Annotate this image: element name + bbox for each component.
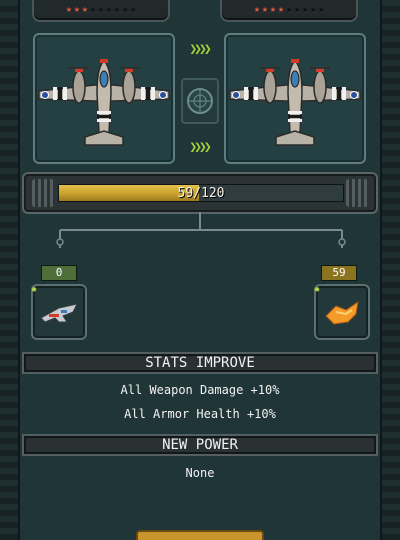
star-icon: ★ — [277, 4, 284, 15]
gear-icon: ✹ — [314, 284, 321, 295]
star-icon: ★ — [318, 4, 325, 15]
star-icon: ★ — [294, 4, 301, 15]
radar-icon — [181, 78, 219, 124]
jet-card-icon — [40, 303, 78, 323]
star-icon: ★ — [130, 4, 137, 15]
stat-line: All Armor Health +10% — [124, 407, 276, 421]
chevrons-right-icon: ❯❯❯❯ — [189, 139, 211, 155]
left-plane-stars: ★ ★ ★ ★ ★ ★ ★ ★ ★ — [32, 0, 170, 22]
fighter-plane-icon — [229, 58, 361, 146]
right-plane-stars: ★ ★ ★ ★ ★ ★ ★ ★ ★ — [220, 0, 358, 22]
star-icon: ★ — [81, 4, 88, 15]
current-plane-card[interactable] — [33, 33, 175, 164]
chevrons-right-icon: ❯❯❯❯ — [189, 41, 211, 57]
next-plane-card[interactable] — [224, 33, 366, 164]
star-icon: ★ — [106, 4, 113, 15]
upgrade-button[interactable] — [136, 530, 264, 540]
new-power-value: None — [185, 466, 215, 480]
star-icon: ★ — [310, 4, 317, 15]
stat-line: All Weapon Damage +10% — [120, 383, 280, 397]
star-icon: ★ — [269, 4, 276, 15]
right-material-count: 59 — [321, 265, 357, 281]
star-icon: ★ — [97, 4, 105, 15]
connector-lines — [56, 212, 346, 248]
star-icon: ★ — [253, 4, 260, 15]
stats-improve-header: STATS IMPROVE — [22, 352, 378, 374]
upgrade-progress: 59/120 — [22, 172, 378, 214]
star-icon: ★ — [261, 4, 268, 15]
star-icon: ★ — [114, 4, 121, 15]
progress-cap-left — [32, 179, 54, 207]
right-rail — [380, 0, 400, 540]
progress-label: 59/120 — [177, 186, 225, 201]
star-icon: ★ — [73, 4, 80, 15]
left-material-count: 0 — [41, 265, 77, 281]
left-material-slot[interactable]: ✹ — [31, 284, 87, 340]
fighter-plane-icon — [38, 59, 170, 146]
gear-icon: ✹ — [31, 284, 38, 295]
star-icon: ★ — [285, 4, 293, 15]
star-icon: ★ — [65, 4, 72, 15]
progress-cap-right — [346, 179, 368, 207]
right-material-slot[interactable]: ✹ — [314, 284, 370, 340]
left-rail — [0, 0, 20, 540]
orange-part-icon — [325, 300, 359, 325]
new-power-header: NEW POWER — [22, 434, 378, 456]
star-icon: ★ — [89, 4, 96, 15]
star-icon: ★ — [122, 4, 129, 15]
star-icon: ★ — [302, 4, 309, 15]
progress-track: 59/120 — [58, 184, 344, 202]
